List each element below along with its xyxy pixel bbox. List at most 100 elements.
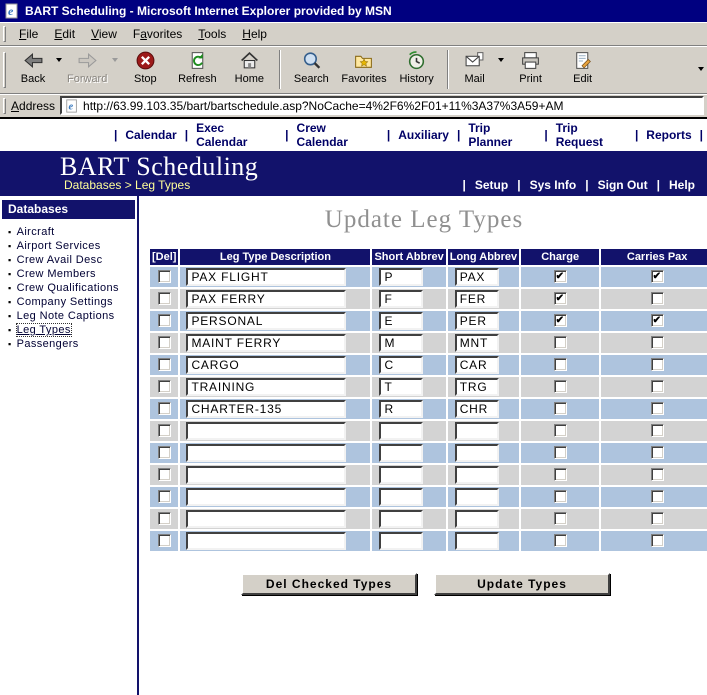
long-abbrev-input[interactable]	[454, 444, 499, 462]
carries-pax-checkbox[interactable]	[650, 402, 664, 416]
top-nav-exec-calendar[interactable]: Exec Calendar	[196, 121, 277, 149]
short-abbrev-input[interactable]	[379, 268, 424, 286]
sidebar-item-leg-note-captions[interactable]: ▪ Leg Note Captions	[0, 309, 137, 323]
back-dropdown-arrow[interactable]	[56, 58, 62, 62]
sidebar-item-leg-types[interactable]: ▪ Leg Types	[0, 323, 137, 337]
short-abbrev-input[interactable]	[379, 466, 424, 484]
charge-checkbox[interactable]	[553, 424, 567, 438]
del-checkbox[interactable]	[157, 490, 171, 504]
description-input[interactable]	[186, 466, 347, 484]
mail-dropdown-arrow[interactable]	[497, 58, 504, 62]
del-checkbox[interactable]	[157, 402, 171, 416]
carries-pax-checkbox[interactable]	[650, 336, 664, 350]
history-button[interactable]: History	[391, 46, 443, 93]
top-nav-auxiliary[interactable]: Auxiliary	[398, 128, 449, 142]
description-input[interactable]	[186, 488, 347, 506]
del-checkbox[interactable]	[157, 314, 171, 328]
update-types-button[interactable]: Update Types	[434, 573, 610, 595]
charge-checkbox[interactable]	[553, 358, 567, 372]
forward-button[interactable]: Forward	[63, 46, 119, 93]
sidebar-item-crew-members[interactable]: ▪ Crew Members	[0, 267, 137, 281]
home-button[interactable]: Home	[223, 46, 275, 93]
carries-pax-checkbox[interactable]	[650, 512, 664, 526]
charge-checkbox[interactable]	[553, 336, 567, 350]
description-input[interactable]	[186, 356, 347, 374]
description-input[interactable]	[186, 400, 347, 418]
charge-checkbox[interactable]	[553, 292, 567, 306]
sidebar-item-crew-avail-desc[interactable]: ▪ Crew Avail Desc	[0, 253, 137, 267]
search-button[interactable]: Search	[285, 46, 337, 93]
carries-pax-checkbox[interactable]	[650, 534, 664, 548]
charge-checkbox[interactable]	[553, 402, 567, 416]
description-input[interactable]	[186, 268, 347, 286]
banner-link-sign-out[interactable]: Sign Out	[598, 178, 648, 192]
menu-favorites[interactable]: Favorites	[125, 25, 190, 44]
long-abbrev-input[interactable]	[454, 422, 499, 440]
long-abbrev-input[interactable]	[454, 466, 499, 484]
sidebar-item-aircraft[interactable]: ▪ Aircraft	[0, 225, 137, 239]
carries-pax-checkbox[interactable]	[650, 292, 664, 306]
short-abbrev-input[interactable]	[379, 290, 424, 308]
long-abbrev-input[interactable]	[454, 290, 499, 308]
short-abbrev-input[interactable]	[379, 422, 424, 440]
menu-edit[interactable]: Edit	[46, 25, 83, 44]
charge-checkbox[interactable]	[553, 468, 567, 482]
description-input[interactable]	[186, 444, 347, 462]
short-abbrev-input[interactable]	[379, 400, 424, 418]
charge-checkbox[interactable]	[553, 490, 567, 504]
del-checkbox[interactable]	[157, 512, 171, 526]
top-nav-crew-calendar[interactable]: Crew Calendar	[297, 121, 379, 149]
description-input[interactable]	[186, 378, 347, 396]
top-nav-calendar[interactable]: Calendar	[125, 128, 176, 142]
charge-checkbox[interactable]	[553, 380, 567, 394]
del-checkbox[interactable]	[157, 424, 171, 438]
short-abbrev-input[interactable]	[379, 378, 424, 396]
description-input[interactable]	[186, 422, 347, 440]
toolbar-grip[interactable]	[3, 26, 6, 42]
top-nav-trip-request[interactable]: Trip Request	[556, 121, 627, 149]
refresh-button[interactable]: Refresh	[171, 46, 223, 93]
del-checked-types-button[interactable]: Del Checked Types	[241, 573, 417, 595]
del-checkbox[interactable]	[157, 534, 171, 548]
carries-pax-checkbox[interactable]	[650, 490, 664, 504]
del-checkbox[interactable]	[157, 446, 171, 460]
description-input[interactable]	[186, 334, 347, 352]
short-abbrev-input[interactable]	[379, 488, 424, 506]
stop-button[interactable]: Stop	[119, 46, 171, 93]
long-abbrev-input[interactable]	[454, 312, 499, 330]
banner-link-sys-info[interactable]: Sys Info	[530, 178, 577, 192]
long-abbrev-input[interactable]	[454, 334, 499, 352]
long-abbrev-input[interactable]	[454, 356, 499, 374]
short-abbrev-input[interactable]	[379, 532, 424, 550]
charge-checkbox[interactable]	[553, 512, 567, 526]
long-abbrev-input[interactable]	[454, 400, 499, 418]
charge-checkbox[interactable]	[553, 446, 567, 460]
long-abbrev-input[interactable]	[454, 268, 499, 286]
charge-checkbox[interactable]	[553, 314, 567, 328]
del-checkbox[interactable]	[157, 468, 171, 482]
edit-button[interactable]: Edit	[557, 46, 609, 93]
favorites-button[interactable]: Favorites	[337, 46, 390, 93]
long-abbrev-input[interactable]	[454, 532, 499, 550]
top-nav-reports[interactable]: Reports	[646, 128, 691, 142]
short-abbrev-input[interactable]	[379, 334, 424, 352]
carries-pax-checkbox[interactable]	[650, 468, 664, 482]
banner-link-help[interactable]: Help	[669, 178, 695, 192]
del-checkbox[interactable]	[157, 336, 171, 350]
print-button[interactable]: Print	[505, 46, 557, 93]
sidebar-item-company-settings[interactable]: ▪ Company Settings	[0, 295, 137, 309]
long-abbrev-input[interactable]	[454, 378, 499, 396]
back-button[interactable]: Back	[11, 46, 63, 93]
del-checkbox[interactable]	[157, 380, 171, 394]
description-input[interactable]	[186, 532, 347, 550]
long-abbrev-input[interactable]	[454, 488, 499, 506]
mail-button[interactable]: Mail	[453, 46, 505, 93]
menu-help[interactable]: Help	[234, 25, 275, 44]
charge-checkbox[interactable]	[553, 270, 567, 284]
toolbar-grip[interactable]	[3, 51, 6, 88]
short-abbrev-input[interactable]	[379, 510, 424, 528]
menu-view[interactable]: View	[83, 25, 125, 44]
carries-pax-checkbox[interactable]	[650, 314, 664, 328]
banner-link-setup[interactable]: Setup	[475, 178, 508, 192]
carries-pax-checkbox[interactable]	[650, 358, 664, 372]
